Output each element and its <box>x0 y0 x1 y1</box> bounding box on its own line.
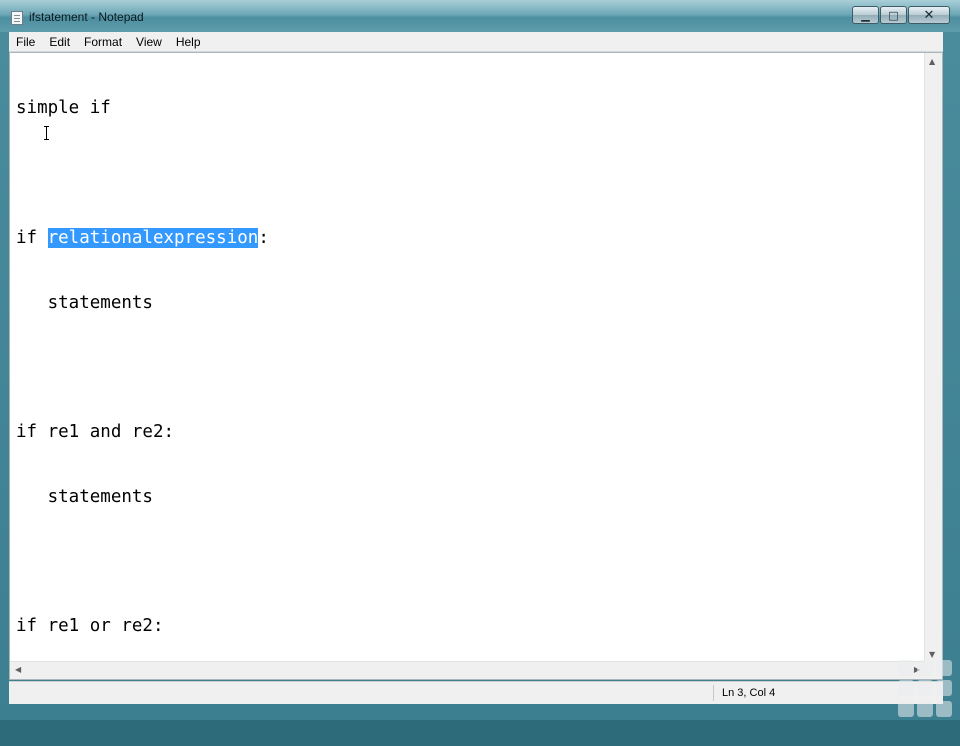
vertical-scrollbar[interactable]: ▲ ▼ <box>924 53 942 662</box>
menu-bar: File Edit Format View Help <box>9 32 943 52</box>
menu-help[interactable]: Help <box>169 35 208 49</box>
status-divider <box>713 685 714 701</box>
scroll-left-icon[interactable]: ◀ <box>15 665 21 674</box>
editor-line: if relationalexpression: <box>16 227 924 250</box>
title-bar[interactable]: ifstatement - Notepad ▁ □ ✕ <box>0 0 960 32</box>
watermark-cell <box>898 680 914 697</box>
minimize-button[interactable]: ▁ <box>852 6 879 24</box>
ibeam-cursor-icon <box>44 126 49 140</box>
scroll-down-icon[interactable]: ▼ <box>929 650 935 659</box>
status-bar: Ln 3, Col 4 <box>9 681 943 704</box>
notepad-icon[interactable] <box>11 11 23 25</box>
scroll-up-icon[interactable]: ▲ <box>929 57 935 66</box>
watermark-cell <box>917 680 933 697</box>
selected-text[interactable]: relationalexpression <box>47 227 259 248</box>
text-editor[interactable]: simple if if relationalexpression: state… <box>9 52 943 701</box>
maximize-button[interactable]: □ <box>880 6 907 24</box>
watermark-cell <box>917 700 933 717</box>
line-prefix: if <box>16 227 48 248</box>
watermark-cell <box>936 700 952 717</box>
minimize-icon: ▁ <box>861 8 870 22</box>
menu-edit[interactable]: Edit <box>42 35 77 49</box>
close-icon: ✕ <box>923 7 935 23</box>
editor-line: simple if <box>16 98 111 119</box>
editor-line: statements <box>16 292 153 313</box>
horizontal-scrollbar[interactable]: ◀ ▶ <box>10 661 925 679</box>
window-title: ifstatement - Notepad <box>29 10 144 24</box>
menu-format[interactable]: Format <box>77 35 129 49</box>
watermark-cell <box>898 700 914 717</box>
editor-text-area[interactable]: simple if if relationalexpression: state… <box>16 55 924 701</box>
watermark-cell <box>936 660 952 676</box>
menu-view[interactable]: View <box>129 35 169 49</box>
editor-line: if re1 and re2: <box>16 422 175 443</box>
editor-line: statements <box>16 486 153 507</box>
close-button[interactable]: ✕ <box>908 6 950 24</box>
caption-buttons: ▁ □ ✕ <box>851 6 950 24</box>
menu-file[interactable]: File <box>9 35 42 49</box>
line-suffix: : <box>258 227 269 248</box>
maximize-icon: □ <box>888 8 899 22</box>
editor-line: if re1 or re2: <box>16 616 164 637</box>
watermark-cell <box>917 660 933 676</box>
watermark-logo <box>898 660 958 718</box>
watermark-cell <box>936 680 952 697</box>
notepad-window: ifstatement - Notepad ▁ □ ✕ File Edit Fo… <box>0 0 960 720</box>
watermark-cell <box>898 660 914 676</box>
cursor-position: Ln 3, Col 4 <box>722 687 776 699</box>
